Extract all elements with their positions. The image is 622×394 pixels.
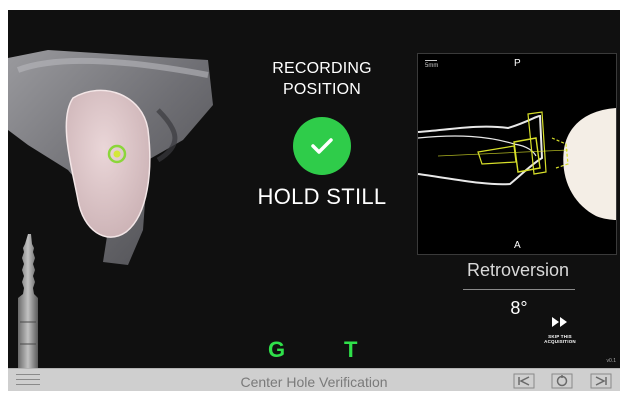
retroversion-divider bbox=[463, 289, 575, 290]
recording-status: RECORDING POSITION HOLD STILL bbox=[240, 58, 404, 210]
next-step-icon bbox=[590, 373, 612, 389]
previous-step-icon bbox=[513, 373, 535, 389]
marker-t: T bbox=[344, 337, 358, 362]
next-step-button[interactable] bbox=[590, 373, 612, 389]
fast-forward-icon bbox=[552, 317, 567, 327]
ct-axial-view: 5mm P A bbox=[417, 53, 617, 255]
drill-bit-image bbox=[14, 234, 44, 368]
check-icon bbox=[293, 117, 351, 175]
version-label: v0.1 bbox=[606, 358, 616, 364]
retroversion-label: Retroversion bbox=[466, 260, 570, 280]
capture-button[interactable] bbox=[551, 373, 573, 389]
marker-g: G bbox=[268, 337, 286, 362]
skip-label-line2: ACQUISITION bbox=[544, 339, 576, 344]
status-title: RECORDING POSITION bbox=[272, 60, 372, 98]
capture-icon bbox=[551, 373, 573, 389]
status-instruction: HOLD STILL bbox=[257, 184, 387, 209]
bottom-navigation-bar: Center Hole Verification bbox=[8, 368, 620, 391]
skip-acquisition-button[interactable]: SKIP THIS ACQUISITION bbox=[532, 315, 588, 353]
previous-step-button[interactable] bbox=[513, 373, 535, 389]
main-screen: RECORDING POSITION HOLD STILL 5mm P A Re… bbox=[8, 10, 620, 368]
